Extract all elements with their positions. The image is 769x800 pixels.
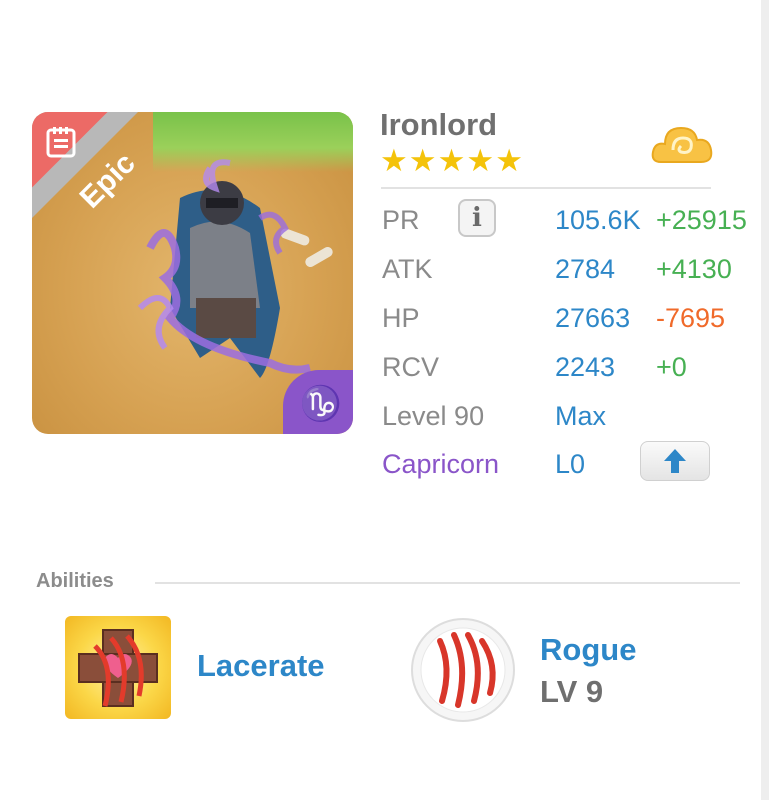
level-value: Max [555,401,607,431]
header-divider [381,187,711,189]
stat-value-rcv: 2243 [555,352,616,382]
star-icon: ★ [408,143,437,178]
stat-label-atk: ATK [382,254,433,284]
level-label: Level 90 [382,401,485,431]
ability-name[interactable]: Lacerate [197,648,325,684]
rogue-class-icon[interactable] [410,617,516,723]
star-rating: ★ ★ ★ ★ ★ [380,145,524,176]
hero-name: Ironlord [380,107,498,142]
hero-figure [137,159,311,378]
hero-portrait[interactable]: ♑ [32,112,353,434]
cloud-icon[interactable] [651,122,713,166]
stat-label-pr: PR [382,205,420,235]
constellation-level: L0 [555,449,586,479]
stat-bonus-pr: +25915 [656,205,747,235]
star-icon: ★ [380,143,408,178]
upgrade-button[interactable] [640,441,710,481]
stat-label-hp: HP [382,303,420,333]
stat-value-hp: 27663 [555,303,631,333]
stat-bonus-hp: -7695 [656,303,726,333]
constellation-label: Capricorn [382,449,500,479]
screen-edge [761,0,769,800]
star-icon: ★ [437,143,466,178]
stat-value-atk: 2784 [555,254,616,284]
stat-label-rcv: RCV [382,352,440,382]
info-button[interactable]: i [458,199,496,237]
arrow-up-icon [664,449,686,473]
class-level: LV 9 [540,674,604,709]
class-name[interactable]: Rogue [540,632,636,668]
notes-icon[interactable] [46,126,76,158]
capricorn-icon: ♑ [283,370,353,434]
abilities-header: Abilities [36,570,114,592]
cross-claw-icon [78,629,158,707]
stat-bonus-atk: +4130 [656,254,732,284]
stat-value-pr: 105.6K [555,205,641,235]
stat-bonus-rcv: +0 [656,352,687,382]
abilities-divider [155,582,740,584]
star-icon: ★ [495,143,523,178]
info-icon: i [472,203,482,233]
star-icon: ★ [466,143,495,178]
lacerate-skill-icon[interactable] [65,616,171,719]
